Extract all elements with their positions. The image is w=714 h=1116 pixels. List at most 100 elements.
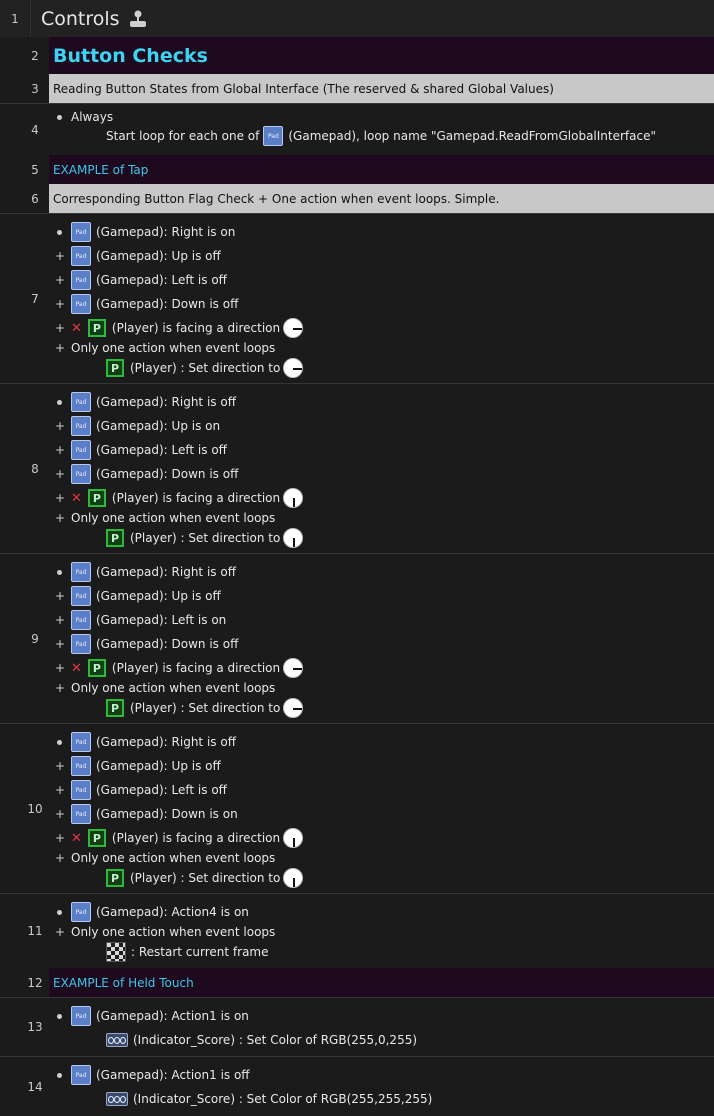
event-row-13[interactable]: 13 Pad (Gamepad): Action1 is on (Indicato… xyxy=(0,997,714,1056)
gamepad-icon: Pad xyxy=(71,780,91,800)
event-row-3[interactable]: 3 Reading Button States from Global Inte… xyxy=(0,74,714,103)
condition-down[interactable]: (Gamepad): Down is off xyxy=(96,637,238,651)
condition-bullet xyxy=(57,1072,62,1078)
direction-right-icon xyxy=(283,698,304,718)
condition-down[interactable]: (Gamepad): Down is off xyxy=(96,467,238,481)
condition-facing[interactable]: (Player) is facing a direction xyxy=(112,491,280,505)
event-row-12[interactable]: 12 EXAMPLE of Held Touch xyxy=(0,968,714,997)
event-row-4[interactable]: 4 Always Start loop for each one of Pad … xyxy=(0,103,714,155)
row-number: 5 xyxy=(31,162,39,177)
action-set-direction[interactable]: (Player) : Set direction to xyxy=(130,871,280,885)
event-row-10[interactable]: 10 Pad (Gamepad): Right is off + Pad (Gamep… xyxy=(0,723,714,893)
condition-up[interactable]: (Gamepad): Up is off xyxy=(96,589,221,603)
gamepad-icon: Pad xyxy=(71,634,91,654)
gamepad-icon: Pad xyxy=(71,464,91,484)
condition-once[interactable]: Only one action when event loops xyxy=(71,681,275,695)
condition-left[interactable]: (Gamepad): Left is off xyxy=(96,443,227,457)
player-icon: P xyxy=(87,659,106,677)
gamepad-icon: Pad xyxy=(71,586,91,606)
score-indicator-icon xyxy=(106,1092,128,1106)
gamepad-icon: Pad xyxy=(71,222,91,242)
row-number: 1 xyxy=(11,11,19,26)
condition-always[interactable]: Always xyxy=(71,110,113,124)
gamepad-icon: Pad xyxy=(71,416,91,436)
condition-left[interactable]: (Gamepad): Left is on xyxy=(96,613,226,627)
condition-action4[interactable]: (Gamepad): Action4 is on xyxy=(96,905,249,919)
action-set-color[interactable]: (Indicator_Score) : Set Color of RGB(255… xyxy=(133,1092,432,1106)
action-set-direction[interactable]: (Player) : Set direction to xyxy=(130,531,280,545)
comment-text: Corresponding Button Flag Check + One ac… xyxy=(53,191,500,206)
player-icon: P xyxy=(106,699,124,717)
condition-right[interactable]: (Gamepad): Right is on xyxy=(96,225,235,239)
condition-bullet xyxy=(57,114,62,120)
gamepad-icon: Pad xyxy=(71,270,91,290)
condition-up[interactable]: (Gamepad): Up is off xyxy=(96,759,221,773)
event-row-2[interactable]: 2 Button Checks xyxy=(0,37,714,74)
row-number: 12 xyxy=(27,975,43,990)
event-row-14[interactable]: 14 Pad (Gamepad): Action1 is off (Indicat… xyxy=(0,1056,714,1116)
condition-once[interactable]: Only one action when event loops xyxy=(71,511,275,525)
event-row-6[interactable]: 6 Corresponding Button Flag Check + One … xyxy=(0,184,714,213)
event-row-7[interactable]: 7 Pad (Gamepad): Right is on + Pad (Gamepad… xyxy=(0,213,714,383)
row-number: 13 xyxy=(27,1020,43,1034)
row-number: 8 xyxy=(31,461,39,476)
event-row-9[interactable]: 9 Pad (Gamepad): Right is off + Pad (Gamepa… xyxy=(0,553,714,723)
player-icon: P xyxy=(87,319,106,337)
event-row-11[interactable]: 11 Pad (Gamepad): Action4 is on + Only one… xyxy=(0,893,714,968)
condition-once[interactable]: Only one action when event loops xyxy=(71,925,275,939)
condition-left[interactable]: (Gamepad): Left is off xyxy=(96,783,227,797)
direction-right-icon xyxy=(283,318,304,338)
action-loop-label[interactable]: Start loop for each one of xyxy=(106,129,259,143)
gamepad-icon: Pad xyxy=(263,126,284,146)
player-icon: P xyxy=(106,359,124,377)
action-loop-target[interactable]: (Gamepad), loop name "Gamepad.ReadFromGl… xyxy=(288,129,656,143)
row-number: 3 xyxy=(31,81,39,96)
condition-facing[interactable]: (Player) is facing a direction xyxy=(112,661,280,675)
action-set-direction[interactable]: (Player) : Set direction to xyxy=(130,361,280,375)
group-header-text: EXAMPLE of Held Touch xyxy=(53,975,194,990)
condition-action1-on[interactable]: (Gamepad): Action1 is on xyxy=(96,1009,249,1023)
condition-left[interactable]: (Gamepad): Left is off xyxy=(96,273,227,287)
group-header-text: Button Checks xyxy=(53,44,208,67)
invert-x-icon: ✕ xyxy=(71,660,82,676)
condition-once[interactable]: Only one action when event loops xyxy=(71,341,275,355)
gamepad-icon: Pad xyxy=(71,804,91,824)
gamepad-icon: Pad xyxy=(71,246,91,266)
condition-down[interactable]: (Gamepad): Down is off xyxy=(96,297,238,311)
gamepad-icon: Pad xyxy=(71,756,91,776)
score-indicator-icon xyxy=(106,1033,128,1047)
condition-once[interactable]: Only one action when event loops xyxy=(71,851,275,865)
gamepad-icon: Pad xyxy=(71,902,91,922)
event-row-1[interactable]: 1 Controls xyxy=(0,0,714,37)
condition-up[interactable]: (Gamepad): Up is on xyxy=(96,419,220,433)
condition-facing[interactable]: (Player) is facing a direction xyxy=(112,831,280,845)
row-number: 10 xyxy=(27,801,43,816)
condition-bullet xyxy=(57,569,62,575)
condition-right[interactable]: (Gamepad): Right is off xyxy=(96,735,236,749)
condition-facing[interactable]: (Player) is facing a direction xyxy=(112,321,280,335)
direction-down-icon xyxy=(283,828,304,848)
event-row-5[interactable]: 5 EXAMPLE of Tap xyxy=(0,155,714,184)
condition-bullet xyxy=(57,229,62,235)
condition-right[interactable]: (Gamepad): Right is off xyxy=(96,565,236,579)
direction-right-icon xyxy=(283,358,304,378)
condition-action1-off[interactable]: (Gamepad): Action1 is off xyxy=(96,1068,250,1082)
row-number: 7 xyxy=(31,291,39,306)
direction-down-icon xyxy=(283,868,304,888)
event-row-8[interactable]: 8 Pad (Gamepad): Right is off + Pad (Gamepa… xyxy=(0,383,714,553)
gamepad-icon: Pad xyxy=(71,610,91,630)
direction-down-icon xyxy=(283,488,304,508)
row-number: 11 xyxy=(27,924,43,938)
action-set-direction[interactable]: (Player) : Set direction to xyxy=(130,701,280,715)
direction-down-icon xyxy=(283,528,304,548)
action-restart-frame[interactable]: : Restart current frame xyxy=(131,945,269,959)
system-flag-icon xyxy=(106,942,126,962)
condition-bullet xyxy=(57,399,62,405)
row-number: 2 xyxy=(31,48,39,63)
condition-up[interactable]: (Gamepad): Up is off xyxy=(96,249,221,263)
condition-right[interactable]: (Gamepad): Right is off xyxy=(96,395,236,409)
condition-bullet xyxy=(57,739,62,745)
gamepad-icon: Pad xyxy=(71,440,91,460)
condition-down[interactable]: (Gamepad): Down is on xyxy=(96,807,238,821)
action-set-color[interactable]: (Indicator_Score) : Set Color of RGB(255… xyxy=(133,1033,417,1047)
